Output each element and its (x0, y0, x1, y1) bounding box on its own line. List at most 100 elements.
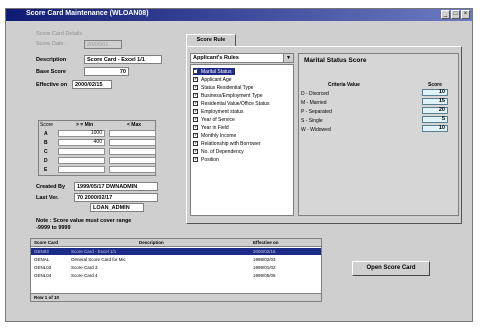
marital-score-field[interactable]: 10 (422, 125, 448, 132)
score-date-field: 20/05/01 (84, 40, 122, 49)
cell-eff: 1998/02/03 (253, 257, 276, 262)
criteria-value: W - Widowed (301, 127, 331, 133)
chevron-down-icon[interactable]: ▼ (283, 54, 293, 62)
last-ver-label: Last Ver. (36, 195, 59, 201)
rule-item-label: No. of Dependency (201, 148, 244, 155)
cell-eff: 2000/02/15 (253, 249, 276, 254)
rule-item[interactable]: ✓ Relationship with Borrower (193, 140, 260, 147)
rule-item-label: Residential Value/Office Status (201, 100, 270, 107)
min-value-field[interactable] (58, 157, 105, 164)
criteria-value: P - Separated (301, 109, 332, 115)
score-row-label: B (44, 140, 48, 146)
rule-item[interactable]: ✓ Status Residential Type (193, 84, 253, 91)
score-row-label: A (44, 131, 48, 137)
cell-eff: 1999/05/05 (253, 273, 276, 278)
marital-score-field[interactable]: 10 (422, 89, 448, 96)
table-row[interactable]: GENAL General Score Card for Mic 1998/02… (31, 256, 321, 263)
cell-desc: Score Card 4 (71, 273, 98, 278)
close-button[interactable]: × (461, 10, 470, 19)
checkbox-icon[interactable]: ✓ (193, 109, 198, 114)
score-row-label: E (44, 167, 48, 173)
rule-item-label: Applicant Age (201, 76, 232, 83)
rule-item[interactable]: ✓ Year in Field (193, 124, 229, 131)
list-header: Score Card Description Effective on (31, 239, 321, 247)
rules-checklist: ✓ Marital Status ✓ Applicant Age ✓ Status R… (190, 64, 294, 216)
checkbox-icon[interactable]: ✓ (193, 133, 198, 138)
score-card-list: Score Card Description Effective on GEN0… (30, 238, 322, 302)
table-row[interactable]: GENL04 Score Card 4 1999/05/05 (31, 272, 321, 279)
effective-on-field[interactable]: 2000/02/15 (72, 80, 112, 89)
rule-item[interactable]: ✓ Position (193, 156, 219, 163)
rule-item[interactable]: ✓ Year of Service (193, 116, 235, 123)
tab-score-rule[interactable]: Score Rule (186, 34, 236, 46)
min-value-field[interactable] (58, 148, 105, 155)
created-by-field: 1999/05/17 DWNADMIN (74, 182, 158, 191)
rule-item-label: Position (201, 156, 219, 163)
description-label: Description (36, 57, 67, 63)
checkbox-icon[interactable]: ✓ (193, 85, 198, 90)
rule-item[interactable]: ✓ Employment status (193, 108, 244, 115)
checkbox-icon[interactable]: ✓ (193, 157, 198, 162)
rule-item-label: Employment status (201, 108, 244, 115)
column-header[interactable]: Description (139, 239, 164, 246)
criteria-value: S - Single (301, 118, 323, 124)
rule-item-label: Monthly Income (201, 132, 237, 139)
row-count: Row 1 of 10 (34, 295, 60, 300)
table-row[interactable]: GEN03 Score Card - Excel 1/1 2000/02/15 (31, 248, 321, 255)
min-value-field[interactable]: 1000 (58, 130, 105, 137)
column-header[interactable]: Effective on (253, 239, 279, 246)
rule-item[interactable]: ✓ Business/Employment Type (193, 92, 263, 99)
rule-item[interactable]: ✓ No. of Dependency (193, 148, 244, 155)
marital-score-field[interactable]: 20 (422, 107, 448, 114)
rule-item-label: Business/Employment Type (201, 92, 263, 99)
title-bar: Score Card Maintenance (WLOAN08) _ □ × (6, 9, 472, 21)
rules-dropdown[interactable]: Applicant's Rules ▼ (190, 53, 294, 63)
base-score-field[interactable]: 70 (84, 67, 129, 76)
table-row[interactable]: GENL03 Score Card 3 1999/01/02 (31, 264, 321, 271)
marital-score-field[interactable]: 15 (422, 98, 448, 105)
rule-item-label: Year in Field (201, 124, 229, 131)
minimize-button[interactable]: _ (441, 10, 450, 19)
open-score-card-button[interactable]: Open Score Card (352, 261, 430, 276)
checkbox-icon[interactable]: ✓ (193, 149, 198, 154)
effective-on-label: Effective on (36, 82, 68, 88)
window-controls: _ □ × (441, 10, 470, 19)
score-header: Score (428, 82, 442, 88)
max-value-field[interactable] (109, 157, 156, 164)
marital-status-score-panel (298, 53, 459, 216)
max-value-field[interactable] (109, 148, 156, 155)
description-field[interactable]: Score Card - Excel 1/1 (84, 55, 162, 64)
criteria-header: Criteria Value (328, 82, 360, 88)
rule-item-label: Relationship with Borrower (201, 140, 261, 147)
checkbox-icon[interactable]: ✓ (193, 93, 198, 98)
checkbox-icon[interactable]: ✓ (193, 125, 198, 130)
rule-item[interactable]: ✓ Residential Value/Office Status (193, 100, 269, 107)
max-value-field[interactable] (109, 139, 156, 146)
marital-panel-title: Marital Status Score (304, 57, 367, 64)
last-ver-field: 70 2000/02/17 (74, 193, 158, 202)
checkbox-icon[interactable]: ✓ (193, 101, 198, 106)
rule-item-marital-status[interactable]: ✓ Marital Status (193, 68, 235, 75)
maximize-button[interactable]: □ (451, 10, 460, 19)
max-header: < Max (127, 122, 142, 128)
checkbox-icon[interactable]: ✓ (193, 117, 198, 122)
checkbox-icon[interactable]: ✓ (193, 141, 198, 146)
cell-desc: Score Card - Excel 1/1 (71, 249, 117, 254)
rule-item[interactable]: ✓ Monthly Income (193, 132, 236, 139)
max-value-field[interactable] (109, 166, 156, 173)
rule-item-label: Year of Service (201, 116, 235, 123)
checkbox-icon[interactable]: ✓ (193, 77, 198, 82)
details-group-label: Score Card Details (36, 31, 83, 37)
min-header: > = Min (76, 122, 94, 128)
max-value-field[interactable] (109, 130, 156, 137)
column-header[interactable]: Score Card (34, 239, 58, 246)
min-value-field[interactable] (58, 166, 105, 173)
checkbox-icon[interactable]: ✓ (193, 69, 198, 74)
min-value-field[interactable]: 400 (58, 139, 105, 146)
cell-eff: 1999/01/02 (253, 265, 276, 270)
rule-item[interactable]: ✓ Applicant Age (193, 76, 232, 83)
cell-desc: General Score Card for Mic (71, 257, 126, 262)
cell-desc: Score Card 3 (71, 265, 98, 270)
list-footer: Row 1 of 10 (31, 293, 321, 301)
marital-score-field[interactable]: 5 (422, 116, 448, 123)
